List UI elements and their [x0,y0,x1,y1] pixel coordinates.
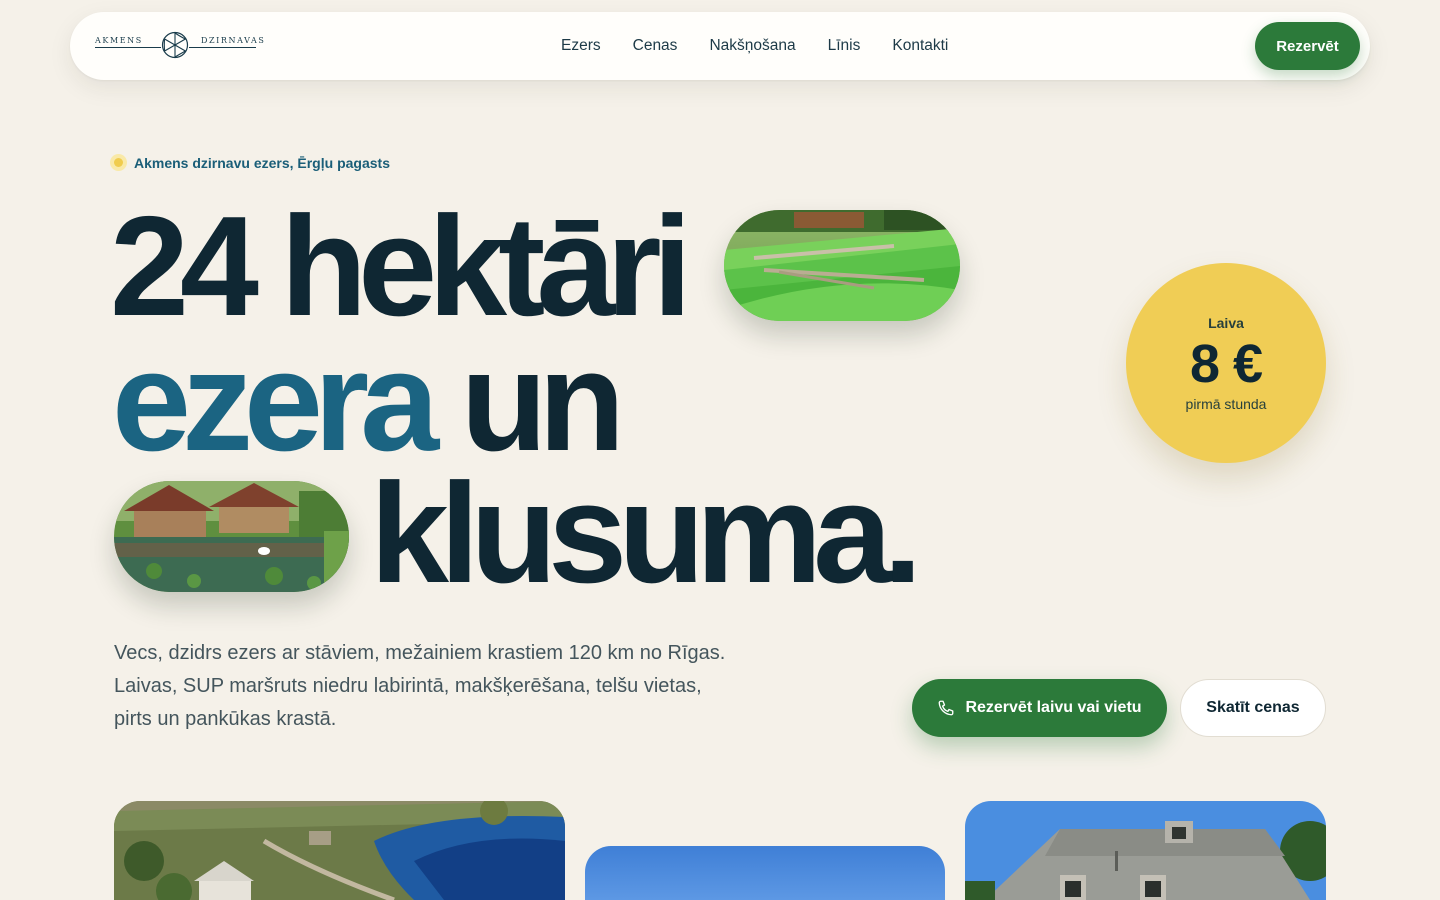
gallery-photo-sky[interactable] [585,846,945,900]
top-navigation: AKMENS DZIRNAVAS Ezers Cenas Nakšņošana … [70,12,1370,80]
logo-word-right: DZIRNAVAS [201,36,266,45]
reserve-boat-label: Rezervēt laivu vai vietu [965,699,1142,716]
badge-subtitle: pirmā stunda [1185,396,1267,412]
badge-price: 8 € [1189,334,1263,394]
logo-divider-left [95,47,161,48]
hero-intro: Vecs, dzidrs ezers ar stāviem, mežainiem… [114,637,774,736]
mill-wheel-icon [161,31,189,59]
intro-line-1: Vecs, dzidrs ezers ar stāviem, mežainiem… [114,642,726,664]
nav-link-ezers[interactable]: Ezers [561,37,601,55]
view-prices-button[interactable]: Skatīt cenas [1180,679,1326,737]
gallery-photo-aerial-lake[interactable] [114,801,565,900]
headline-line-2: ezera un [112,331,625,473]
intro-line-3: pirts un pankūkas krastā. [114,708,337,730]
nav-link-cenas[interactable]: Cenas [633,37,678,55]
logo-word-left: AKMENS [95,36,143,45]
intro-line-2: Laivas, SUP maršruts niedru labirintā, m… [114,675,702,697]
logo-divider-right [189,47,256,48]
nav-link-naksnosana[interactable]: Nakšņošana [709,37,795,55]
headline-line-1: 24 hektāri [110,187,692,346]
nav-link-linis[interactable]: Līnis [828,37,861,55]
nav-link-kontakti[interactable]: Kontakti [892,37,948,55]
location-eyebrow: Akmens dzirnavu ezers, Ērgļu pagasts [110,154,390,171]
gallery-photo-mill-house[interactable] [965,801,1326,900]
headline-line-3: klusuma. [370,454,923,613]
pond-gazebo-photo [114,481,349,592]
badge-label: Laiva [1208,315,1244,331]
boat-price-badge: Laiva 8 € pirmā stunda [1126,263,1326,463]
main-menu: Ezers Cenas Nakšņošana Līnis Kontakti [561,12,980,80]
boats-photo [724,210,960,321]
brand-logo[interactable]: AKMENS DZIRNAVAS [95,30,264,62]
location-text: Akmens dzirnavu ezers, Ērgļu pagasts [134,154,390,171]
reserve-boat-button[interactable]: Rezervēt laivu vai vietu [912,679,1167,737]
phone-icon [939,700,954,716]
nav-reserve-button[interactable]: Rezervēt [1255,22,1360,70]
sun-dot-icon [110,154,127,171]
